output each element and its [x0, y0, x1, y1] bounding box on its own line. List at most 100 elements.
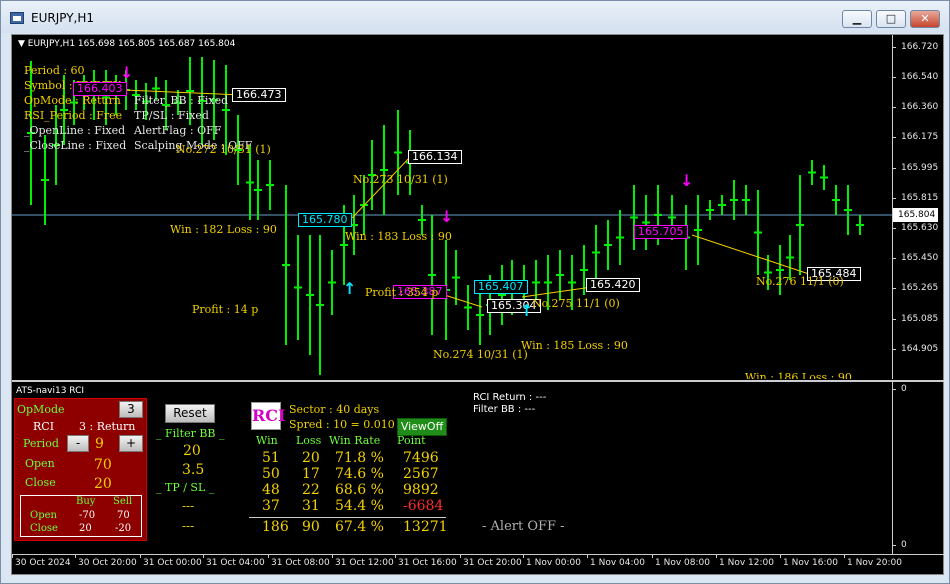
open-label: Open	[25, 457, 55, 470]
trade-line-275	[521, 286, 593, 298]
period-value: 9	[95, 436, 104, 452]
stats-cell: 17	[302, 466, 320, 482]
tp-sl-value-1: ---	[182, 499, 195, 513]
period-increase-button[interactable]: +	[119, 435, 143, 452]
stats-cell: 51	[262, 450, 280, 466]
spred-text: Spred : 10 = 0.010	[289, 418, 395, 431]
chart-window-icon	[10, 12, 24, 24]
time-tick: 31 Oct 20:00	[460, 554, 522, 568]
trade-number-275: No.275 11/1 (0)	[532, 297, 620, 310]
stats-cell: 50	[262, 466, 280, 482]
period-decrease-button[interactable]: -	[67, 435, 89, 452]
stats-cell: 22	[302, 482, 320, 498]
open-value: 70	[94, 457, 112, 473]
trade-label-cyan-1: 165.780	[298, 213, 352, 227]
win-loss-4: Win : 186 Loss : 90	[745, 371, 852, 379]
stats-cell: 54.4 %	[335, 498, 384, 514]
table-close-buy: 20	[79, 523, 92, 534]
trade-label-white-1: 166.473	[232, 88, 286, 102]
alert-status: - Alert OFF -	[482, 519, 565, 534]
minimize-button[interactable]: ▁	[842, 10, 872, 28]
stats-total-cell: 67.4 %	[335, 519, 384, 535]
stats-header: Win Rate	[329, 434, 381, 447]
tp-sl-label: _ TP / SL _	[156, 481, 215, 494]
stats-total-cell: 186	[262, 519, 289, 535]
trade-number-273: No.273 10/31 (1)	[353, 173, 448, 186]
table-close-sell: -20	[115, 523, 132, 534]
trade-number-276: No.276 11/1 (0)	[756, 275, 844, 288]
rci-return-status: RCI Return : ---	[473, 392, 547, 403]
current-price-label: 165.804	[893, 208, 938, 222]
indicator-pane[interactable]: ATS-navi13 RCI OpMode 3 RCI 3 : Return P…	[12, 382, 892, 554]
rci-logo-text: RCI	[252, 406, 286, 425]
opmode-label: OpMode	[17, 403, 65, 416]
price-pane[interactable]: ▼ EURJPY,H1 165.698 165.805 165.687 165.…	[12, 35, 892, 379]
window-title: EURJPY,H1	[31, 11, 95, 25]
time-tick: 1 Nov 16:00	[780, 554, 838, 568]
setting-closeline: _CloseLine : Fixed	[24, 139, 127, 152]
buy-sell-table: Buy Sell Open -70 70 Close 20 -20	[20, 495, 142, 537]
stats-cell: 31	[302, 498, 320, 514]
table-close-label: Close	[30, 523, 58, 534]
time-tick: 31 Oct 00:00	[140, 554, 202, 568]
reset-button[interactable]: Reset	[165, 404, 215, 423]
trade-number-274: No.274 10/31 (1)	[433, 348, 528, 361]
trade-number-272: No.272 10/31 (1)	[176, 143, 271, 156]
time-tick: 1 Nov 20:00	[844, 554, 902, 568]
win-loss-2: Win : 183 Loss : 90	[345, 230, 452, 243]
sell-signal-arrow-1: ↓	[120, 63, 134, 82]
period-label: Period	[23, 437, 59, 450]
trade-label-white-4: 165.420	[586, 278, 640, 292]
trade-label-magenta-2: 165.705	[634, 225, 688, 239]
table-open-sell: 70	[117, 510, 130, 521]
rci-logo: RCI	[251, 402, 286, 430]
time-tick: 1 Nov 12:00	[716, 554, 774, 568]
profit-1: Profit : 14 p	[192, 303, 259, 316]
stats-cell: 71.8 %	[335, 450, 384, 466]
time-axis[interactable]: 30 Oct 2024 30 Oct 20:00 31 Oct 00:00 31 Oc…	[12, 554, 944, 575]
tp-sl-value-2: ---	[182, 519, 195, 533]
table-open-buy: -70	[79, 510, 96, 521]
time-tick: 30 Oct 2024	[12, 554, 71, 568]
buy-signal-arrow-1: ↑	[343, 279, 357, 298]
opmode-button[interactable]: 3	[119, 401, 143, 418]
table-open-label: Open	[30, 510, 57, 521]
stats-cell: 68.6 %	[335, 482, 384, 498]
time-tick: 1 Nov 04:00	[587, 554, 645, 568]
sell-signal-arrow-3: ↓	[680, 171, 694, 190]
filter-bb-status: Filter BB : ---	[473, 404, 536, 415]
win-loss-3: Win : 185 Loss : 90	[521, 339, 628, 352]
indicator-axis[interactable]: 0 0	[892, 382, 944, 554]
stats-cell: 20	[302, 450, 320, 466]
time-tick: 1 Nov 08:00	[652, 554, 710, 568]
time-tick: 1 Nov 00:00	[523, 554, 581, 568]
buy-header: Buy	[76, 496, 96, 507]
chart-area[interactable]: ▼ EURJPY,H1 165.698 165.805 165.687 165.…	[11, 34, 944, 575]
trade-line-273	[351, 154, 413, 219]
time-tick: 31 Oct 08:00	[268, 554, 330, 568]
sell-signal-arrow-2: ↓	[440, 207, 454, 226]
filter-bb-value-1: 20	[183, 443, 201, 459]
trade-label-white-2: 166.134	[408, 150, 462, 164]
setting-openline: _OpenLine : Fixed	[24, 124, 126, 137]
setting-filter-bb: Filter_BB : Fixed	[134, 94, 229, 107]
stats-header: Loss	[296, 434, 322, 447]
stats-cell: 48	[262, 482, 280, 498]
profit-2: Profit : 354 p	[365, 286, 439, 299]
close-label: Close	[25, 476, 56, 489]
stats-cell: 9892	[403, 482, 439, 498]
win-loss-1: Win : 182 Loss : 90	[170, 223, 277, 236]
time-tick: 31 Oct 16:00	[395, 554, 457, 568]
title-bar[interactable]: EURJPY,H1 ▁ □ ✕	[1, 1, 949, 33]
time-tick: 31 Oct 12:00	[332, 554, 394, 568]
chart-header: ▼ EURJPY,H1 165.698 165.805 165.687 165.…	[18, 39, 236, 49]
stats-cell: 2567	[403, 466, 439, 482]
setting-alertflag: AlertFlag : OFF	[134, 124, 222, 137]
close-button[interactable]: ✕	[910, 10, 940, 28]
filter-bb-value-2: 3.5	[182, 462, 205, 478]
filter-bb-label: _ Filter BB _	[156, 427, 225, 440]
sector-text: Sector : 40 days	[289, 403, 380, 416]
stats-cell: 37	[262, 498, 280, 514]
maximize-button[interactable]: □	[876, 10, 906, 28]
price-axis[interactable]: 166.720 166.540 166.360 166.175 165.995 165.8…	[892, 35, 944, 379]
